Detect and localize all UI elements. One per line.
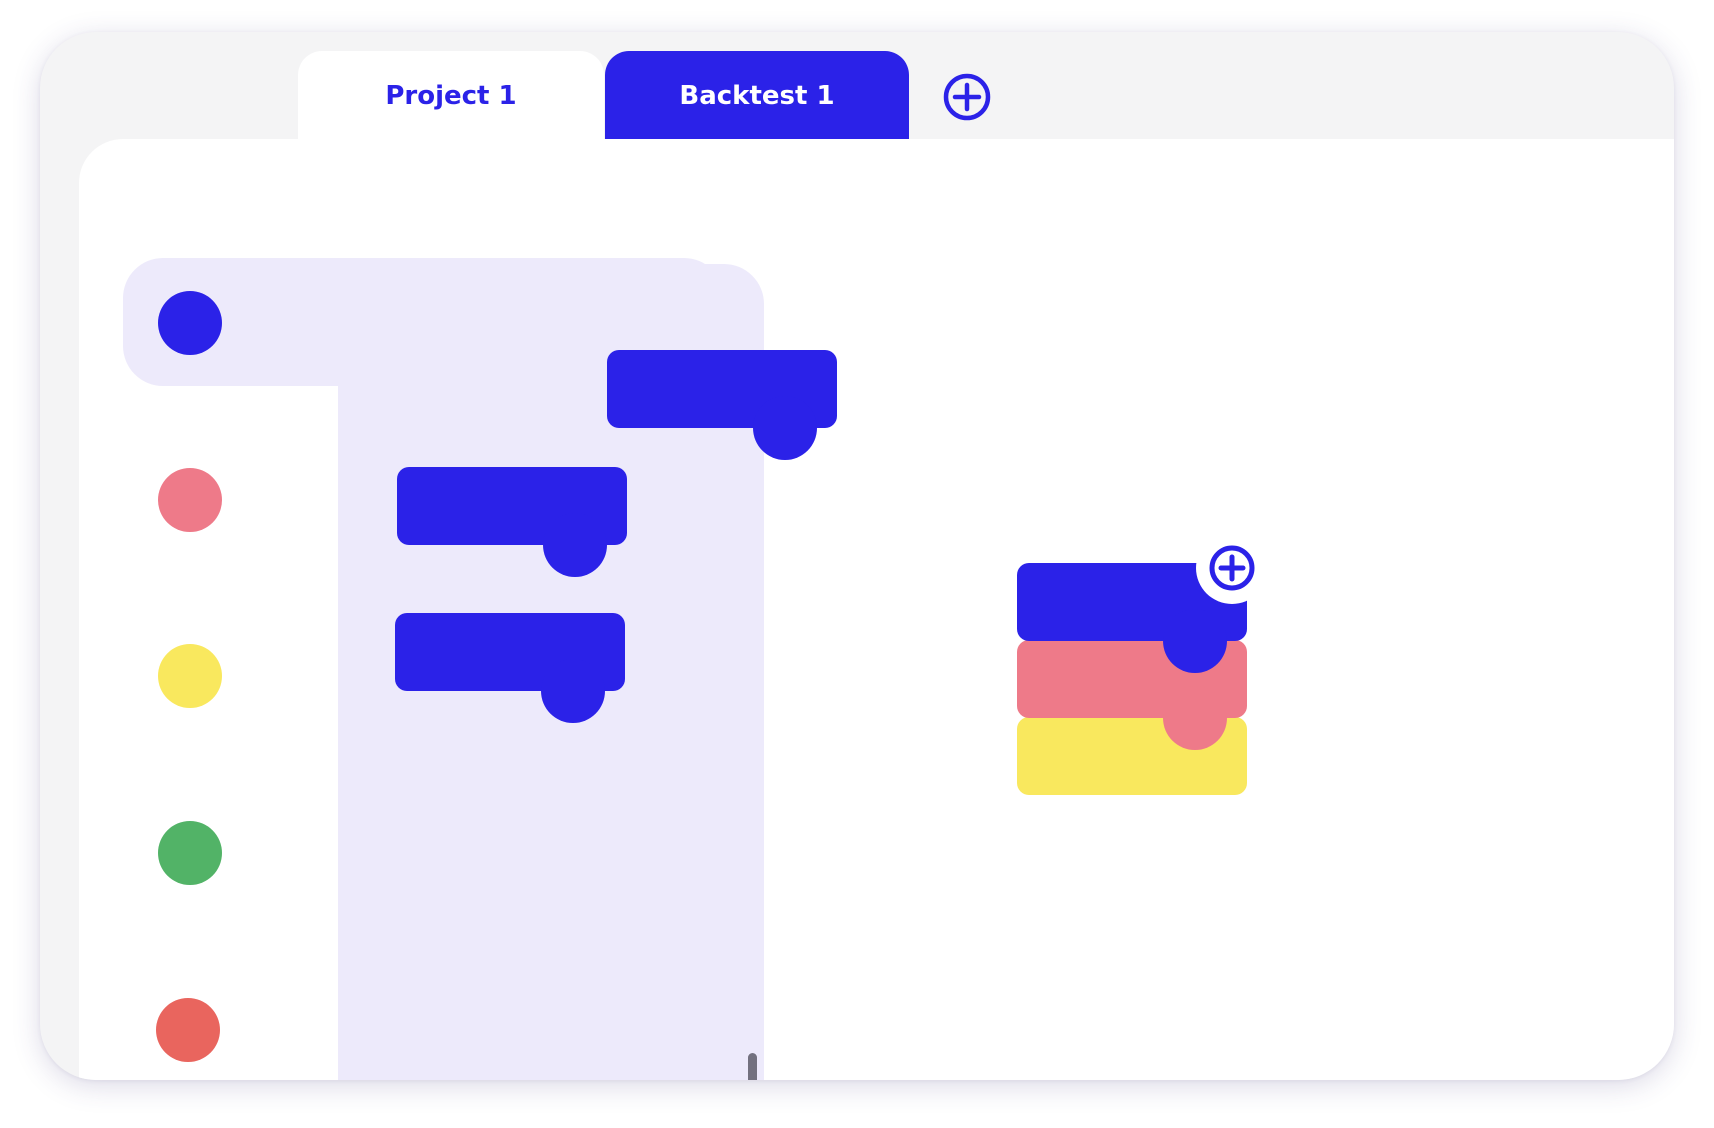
category-green[interactable] bbox=[158, 821, 222, 885]
block-connector bbox=[1163, 686, 1227, 750]
editor-panel bbox=[79, 139, 1674, 1080]
flyout-block[interactable] bbox=[395, 613, 625, 723]
tab-backtest-1-label: Backtest 1 bbox=[679, 80, 835, 111]
plus-circle-icon bbox=[1209, 545, 1255, 591]
category-red[interactable] bbox=[156, 998, 220, 1062]
add-tab-button[interactable] bbox=[942, 72, 992, 122]
tab-project-1-label: Project 1 bbox=[385, 80, 517, 111]
flyout-scrollbar[interactable] bbox=[748, 1053, 757, 1080]
block-connector bbox=[753, 396, 817, 460]
tab-backtest-1[interactable]: Backtest 1 bbox=[605, 51, 909, 140]
category-blue[interactable] bbox=[158, 291, 222, 355]
block-connector bbox=[541, 659, 605, 723]
category-pink[interactable] bbox=[158, 468, 222, 532]
flyout-block[interactable] bbox=[607, 350, 837, 460]
app-window: Project 1 Backtest 1 bbox=[40, 32, 1674, 1080]
plus-circle-icon bbox=[943, 73, 991, 121]
tab-project-1[interactable]: Project 1 bbox=[298, 51, 604, 140]
flyout-block[interactable] bbox=[397, 467, 627, 577]
stack-add-button[interactable] bbox=[1196, 532, 1268, 604]
category-yellow[interactable] bbox=[158, 644, 222, 708]
block-connector bbox=[1163, 609, 1227, 673]
block-connector bbox=[543, 513, 607, 577]
